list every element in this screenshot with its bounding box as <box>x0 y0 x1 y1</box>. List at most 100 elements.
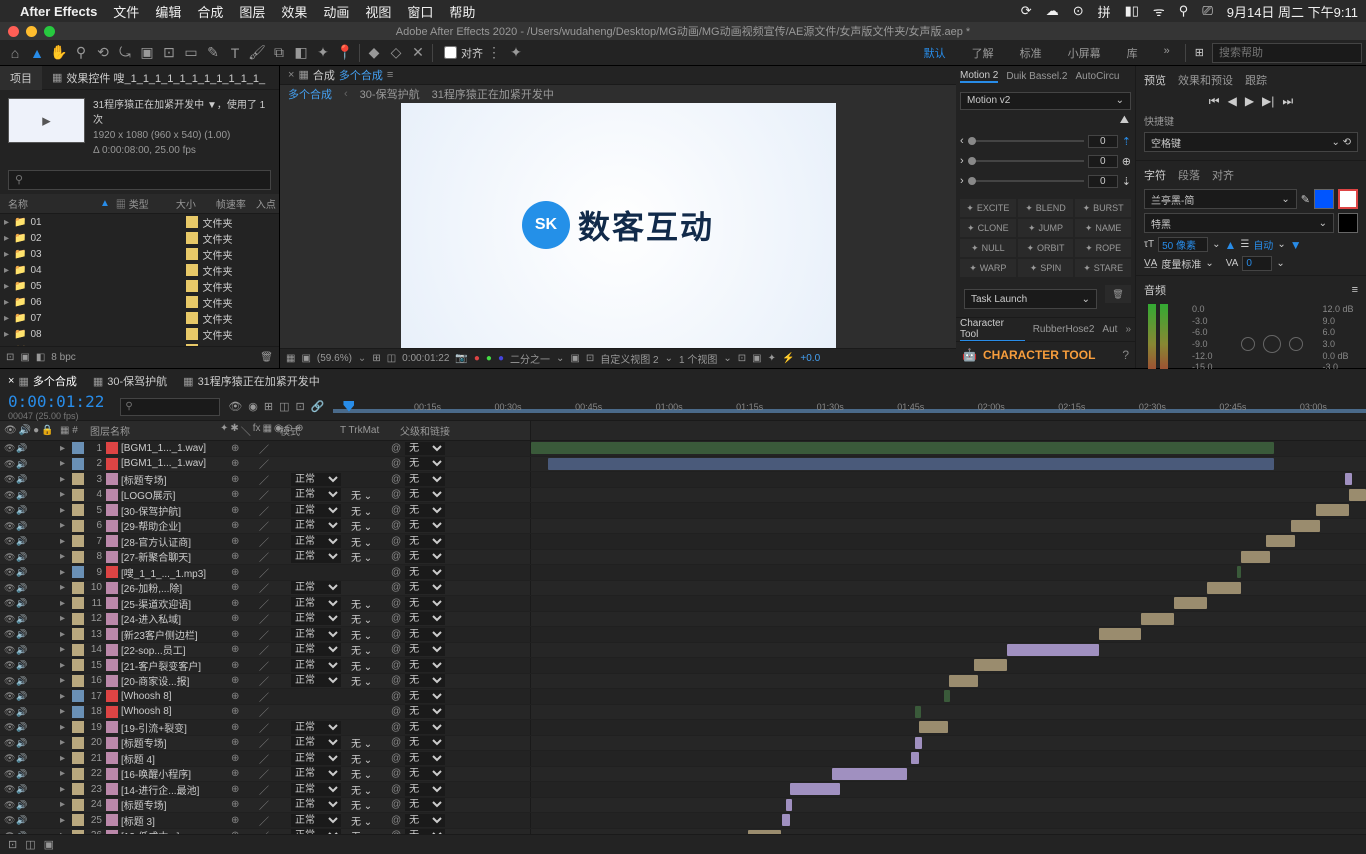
layer-row[interactable]: 👁🔊 ▸ 11 [25-渠道欢迎语] ⊕／ 正常 无 ⌄ @无 <box>0 596 1366 612</box>
align-panel-tab[interactable]: 对齐 <box>1212 167 1234 183</box>
fill-color-swatch[interactable] <box>1314 189 1334 209</box>
motion-slider-z[interactable]: ›0⇣ <box>960 171 1131 191</box>
parent-select[interactable]: 无 <box>405 752 445 765</box>
brush-tool[interactable]: 🖌 <box>246 42 268 64</box>
layer-row[interactable]: 👁🔊 ▸ 22 [16-唤醒小程序] ⊕／ 正常 无 ⌄ @无 <box>0 767 1366 783</box>
composition-viewer[interactable]: SK 数客互动 <box>280 103 956 348</box>
layer-row[interactable]: 👁🔊 ▸ 25 [标题 3] ⊕／ 正常 无 ⌄ @无 <box>0 813 1366 829</box>
mode-select[interactable]: 正常 <box>291 535 341 548</box>
close-button[interactable] <box>8 26 19 37</box>
mode-select[interactable]: 正常 <box>291 783 341 796</box>
mode-select[interactable]: 正常 <box>291 504 341 517</box>
tl-tab-1[interactable]: ▦30-保驾护航 <box>93 373 167 389</box>
autocirc-tab[interactable]: AutoCircu <box>1076 71 1120 82</box>
parent-select[interactable]: 无 <box>405 457 445 470</box>
flow-tab-0[interactable]: 多个合成 <box>288 86 332 102</box>
audio-knob-l[interactable] <box>1241 337 1255 351</box>
pickwhip-icon[interactable]: @ <box>391 799 401 810</box>
status-ime-icon[interactable]: 拼 <box>1098 2 1111 21</box>
layer-row[interactable]: 👁🔊 ▸ 3 [标题专场] ⊕／ 正常 @无 <box>0 472 1366 488</box>
project-tab[interactable]: 项目 <box>0 66 42 90</box>
layer-row[interactable]: 👁🔊 ▸ 24 [标题专场] ⊕／ 正常 无 ⌄ @无 <box>0 798 1366 814</box>
status-wifi-icon[interactable]: ᯤ <box>1153 2 1165 20</box>
search-tool-icon[interactable]: ✦ <box>505 42 527 64</box>
zoom-tool[interactable]: ⚲ <box>70 42 92 64</box>
tracking-input[interactable] <box>1242 256 1272 271</box>
pickwhip-icon[interactable]: @ <box>391 567 401 578</box>
prev-frame-button[interactable]: ◀ <box>1228 94 1237 109</box>
toolbar-panel-icon[interactable]: ⊞ <box>1195 46 1204 59</box>
vf-roi-icon[interactable]: ▣ <box>570 353 579 364</box>
folder-row[interactable]: ▸📁08文件夹 <box>0 326 279 342</box>
mask-mode3-icon[interactable]: ✕ <box>407 42 429 64</box>
pickwhip-icon[interactable]: @ <box>391 551 401 562</box>
motion-btn-name[interactable]: ✦NAME <box>1075 219 1131 237</box>
layer-row[interactable]: 👁🔊 ▸ 2 [BGM1_1..._1.wav] ⊕／ @无 <box>0 457 1366 473</box>
new-folder-icon[interactable]: ▣ <box>20 352 29 363</box>
last-frame-button[interactable]: ⏭ <box>1282 94 1293 109</box>
mode-select[interactable]: 正常 <box>291 674 341 687</box>
parent-select[interactable]: 无 <box>405 783 445 796</box>
col-solo-icon[interactable]: ● <box>33 425 39 436</box>
pickwhip-icon[interactable]: @ <box>391 753 401 764</box>
parent-select[interactable]: 无 <box>405 581 445 594</box>
views-dropdown[interactable]: 1 个视图 <box>679 351 717 366</box>
preview-tab[interactable]: 预览 <box>1144 72 1166 88</box>
audio-panel-tab[interactable]: 音频 <box>1144 282 1166 298</box>
col-trkmat[interactable]: T TrkMat <box>340 425 400 436</box>
parent-select[interactable]: 无 <box>405 566 445 579</box>
eyedropper-icon[interactable]: ✎ <box>1301 193 1310 206</box>
pickwhip-icon[interactable]: @ <box>391 474 401 485</box>
vf-res-icon[interactable]: ⊞ <box>372 353 380 364</box>
menu-animation[interactable]: 动画 <box>323 2 349 21</box>
vf-fast-icon[interactable]: ⚡ <box>782 353 794 364</box>
status-battery-icon[interactable]: ▮▯ <box>1125 3 1139 19</box>
col-lock-icon[interactable]: 🔒 <box>41 425 53 436</box>
workspace-default[interactable]: 默认 <box>912 42 958 64</box>
pickwhip-icon[interactable]: @ <box>391 629 401 640</box>
mode-select[interactable]: 正常 <box>291 814 341 827</box>
pickwhip-icon[interactable]: @ <box>391 489 401 500</box>
parent-select[interactable]: 无 <box>405 767 445 780</box>
workspace-small[interactable]: 小屏幕 <box>1056 42 1113 64</box>
folder-row[interactable]: ▸📁06文件夹 <box>0 294 279 310</box>
col-mode[interactable]: 模式 <box>280 423 340 438</box>
folder-row[interactable]: ▸📁04文件夹 <box>0 262 279 278</box>
pickwhip-icon[interactable]: @ <box>391 644 401 655</box>
menu-composition[interactable]: 合成 <box>197 2 223 21</box>
vf-3d-icon3[interactable]: ✦ <box>768 353 776 364</box>
status-loop-icon[interactable]: ⟳ <box>1021 3 1032 19</box>
folder-row[interactable]: ▸📁03文件夹 <box>0 246 279 262</box>
comp-tab-name[interactable]: 多个合成 <box>339 67 383 83</box>
tl-toggle1-icon[interactable]: ⊡ <box>8 838 17 851</box>
bpc-button[interactable]: 8 bpc <box>51 352 75 363</box>
selection-tool[interactable]: ▲ <box>26 42 48 64</box>
pickwhip-icon[interactable]: @ <box>391 613 401 624</box>
chartool-tab[interactable]: Character Tool <box>960 318 1025 342</box>
menu-file[interactable]: 文件 <box>113 2 139 21</box>
motion-btn-null[interactable]: ✦NULL <box>960 239 1016 257</box>
menu-view[interactable]: 视图 <box>365 2 391 21</box>
camera-tool[interactable]: ▣ <box>136 42 158 64</box>
mode-select[interactable]: 正常 <box>291 612 341 625</box>
audio-knob-r[interactable] <box>1289 337 1303 351</box>
layer-row[interactable]: 👁🔊 ▸ 10 [26-加粉,...除] ⊕／ 正常 @无 <box>0 581 1366 597</box>
motion-btn-spin[interactable]: ✦SPIN <box>1018 259 1074 277</box>
rubberhose-tab[interactable]: RubberHose2 <box>1033 324 1095 335</box>
parent-select[interactable]: 无 <box>405 705 445 718</box>
shape-tool[interactable]: ▭ <box>180 42 202 64</box>
layer-row[interactable]: 👁🔊 ▸ 4 [LOGO展示] ⊕／ 正常 无 ⌄ @无 <box>0 488 1366 504</box>
tl-graph1-icon[interactable]: ◉ <box>248 400 258 413</box>
motion-btn-orbit[interactable]: ✦ORBIT <box>1018 239 1074 257</box>
motion-btn-jump[interactable]: ✦JUMP <box>1018 219 1074 237</box>
menu-layer[interactable]: 图层 <box>239 2 265 21</box>
tracker-tab[interactable]: 跟踪 <box>1245 72 1267 88</box>
folder-row[interactable]: ▸📁01文件夹 <box>0 214 279 230</box>
type-tool[interactable]: T <box>224 42 246 64</box>
status-control-icon[interactable]: ⎚ <box>1202 3 1212 19</box>
parent-select[interactable]: 无 <box>405 814 445 827</box>
pickwhip-icon[interactable]: @ <box>391 458 401 469</box>
layer-row[interactable]: 👁🔊 ▸ 14 [22-sop...员工] ⊕／ 正常 无 ⌄ @无 <box>0 643 1366 659</box>
minimize-button[interactable] <box>26 26 37 37</box>
parent-select[interactable]: 无 <box>405 690 445 703</box>
